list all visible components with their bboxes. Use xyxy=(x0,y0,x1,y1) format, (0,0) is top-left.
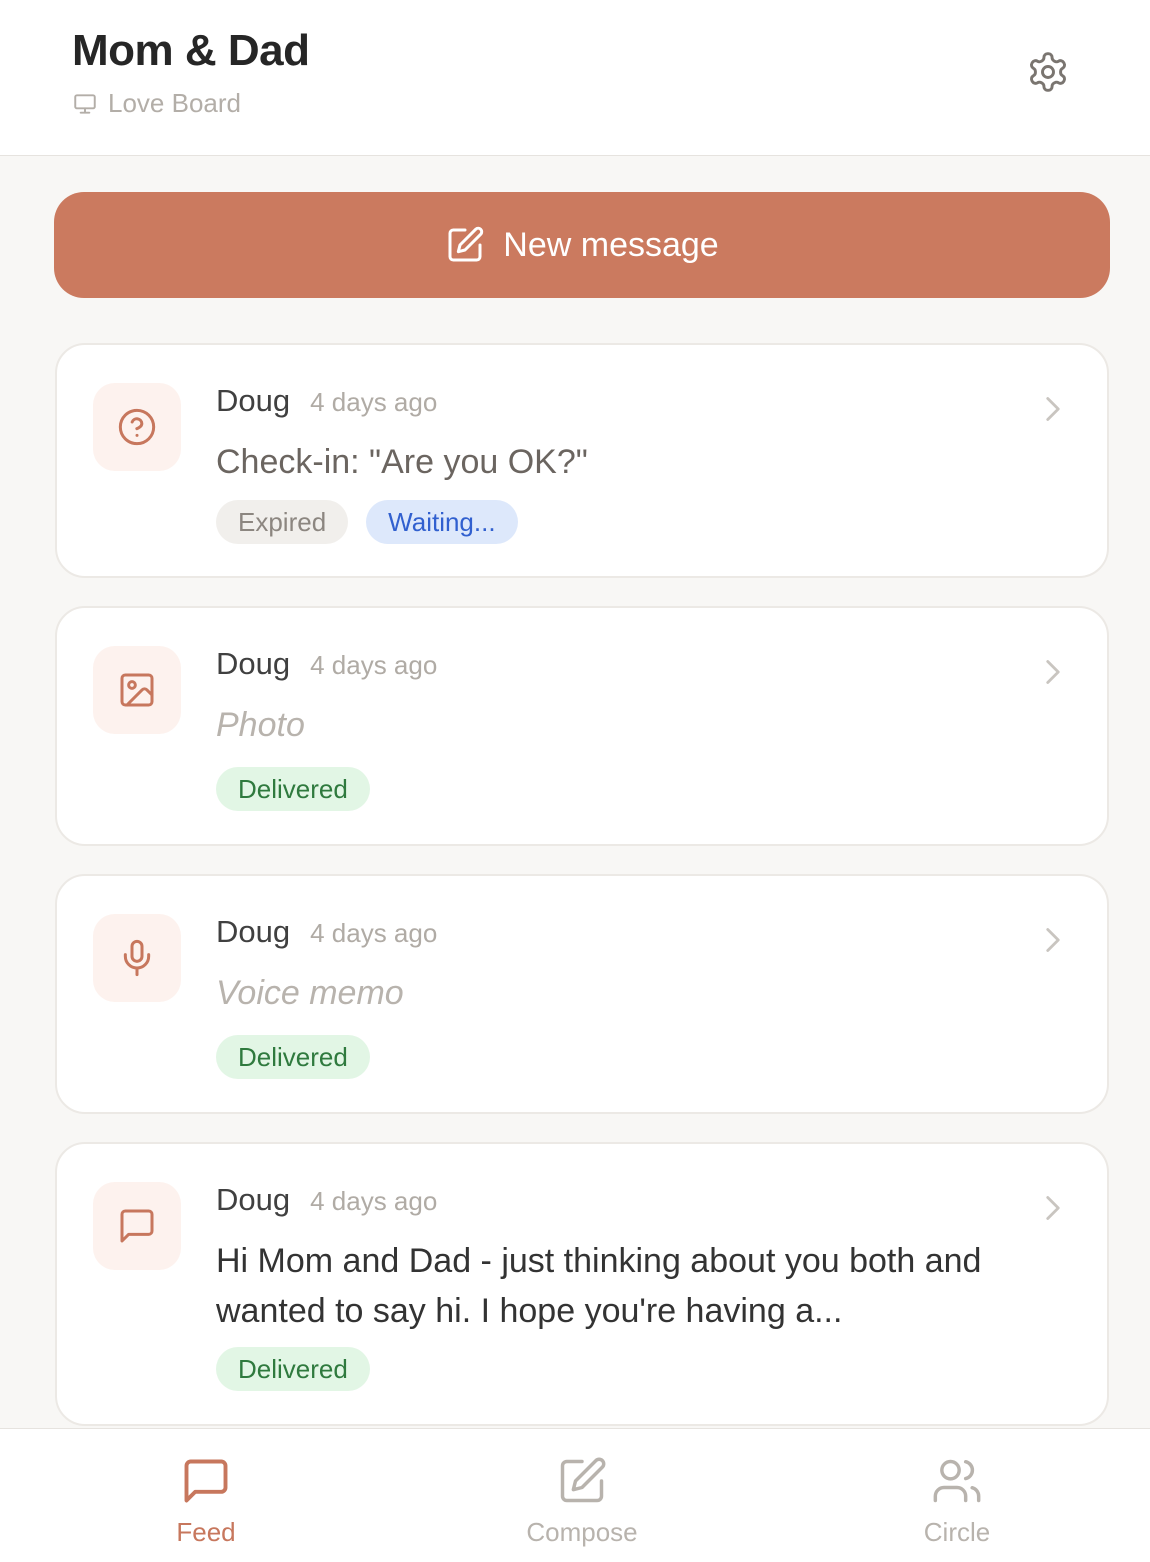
board-subtitle: Love Board xyxy=(72,88,241,119)
status-badges: Delivered xyxy=(216,1035,370,1079)
status-badge-delivered: Delivered xyxy=(216,1347,370,1391)
page-title: Mom & Dad xyxy=(72,26,310,75)
edit-icon xyxy=(448,226,484,262)
image-icon xyxy=(120,673,154,707)
item-author: Doug xyxy=(216,1182,291,1217)
new-message-button[interactable]: New message xyxy=(54,192,1110,298)
item-text: Hi Mom and Dad - just thinking about you… xyxy=(216,1242,982,1330)
status-badges: Delivered xyxy=(216,767,370,811)
tab-feed[interactable]: Feed xyxy=(86,1429,326,1562)
tab-label: Compose xyxy=(526,1517,638,1547)
item-timestamp: 4 days ago xyxy=(310,1186,438,1216)
status-badges: Expired Waiting... xyxy=(216,500,518,544)
chevron-right-icon xyxy=(1046,1196,1060,1220)
chevron-right-icon xyxy=(1046,397,1060,421)
users-icon xyxy=(933,1459,981,1503)
feed-item[interactable]: Doug 4 days ago Check-in: "Are you OK?" … xyxy=(55,343,1109,578)
item-text: Photo xyxy=(216,706,305,744)
item-timestamp: 4 days ago xyxy=(310,387,438,417)
item-text: Check-in: "Are you OK?" xyxy=(216,443,588,481)
item-meta: Doug 4 days ago xyxy=(216,646,437,682)
item-meta: Doug 4 days ago xyxy=(216,914,437,950)
message-type-badge xyxy=(93,1182,181,1270)
item-meta: Doug 4 days ago xyxy=(216,1182,437,1218)
chevron-right-icon xyxy=(1046,928,1060,952)
item-meta: Doug 4 days ago xyxy=(216,383,437,419)
item-author: Doug xyxy=(216,383,291,418)
feed-item[interactable]: Doug 4 days ago Hi Mom and Dad - just th… xyxy=(55,1142,1109,1426)
bottom-tab-bar: Feed Compose Circle xyxy=(0,1428,1150,1562)
microphone-icon xyxy=(123,939,151,977)
question-circle-icon xyxy=(118,408,156,446)
chat-bubble-icon xyxy=(184,1459,228,1503)
item-author: Doug xyxy=(216,914,291,949)
tab-label: Circle xyxy=(923,1517,991,1547)
chevron-right-icon xyxy=(1046,660,1060,684)
item-text: Voice memo xyxy=(216,974,404,1012)
chat-bubble-icon xyxy=(120,1209,154,1243)
tab-circle[interactable]: Circle xyxy=(837,1429,1077,1562)
item-timestamp: 4 days ago xyxy=(310,650,438,680)
message-type-badge xyxy=(93,383,181,471)
gear-icon xyxy=(1030,52,1066,92)
status-badges: Delivered xyxy=(216,1347,370,1391)
item-author: Doug xyxy=(216,646,291,681)
item-timestamp: 4 days ago xyxy=(310,918,438,948)
status-badge-delivered: Delivered xyxy=(216,1035,370,1079)
message-type-badge xyxy=(93,914,181,1002)
tab-compose[interactable]: Compose xyxy=(462,1429,702,1562)
new-message-label: New message xyxy=(503,225,719,264)
edit-icon xyxy=(560,1457,606,1503)
tab-label: Feed xyxy=(176,1517,236,1547)
feed-item[interactable]: Doug 4 days ago Voice memo Delivered xyxy=(55,874,1109,1114)
feed-item[interactable]: Doug 4 days ago Photo Delivered xyxy=(55,606,1109,846)
app-header: Mom & Dad Love Board xyxy=(0,0,1150,156)
status-badge-expired: Expired xyxy=(216,500,349,544)
monitor-icon xyxy=(74,93,96,114)
settings-button[interactable] xyxy=(1024,48,1072,96)
board-name: Love Board xyxy=(108,88,241,118)
message-type-badge xyxy=(93,646,181,734)
status-badge-waiting: Waiting... xyxy=(366,500,518,544)
status-badge-delivered: Delivered xyxy=(216,767,370,811)
